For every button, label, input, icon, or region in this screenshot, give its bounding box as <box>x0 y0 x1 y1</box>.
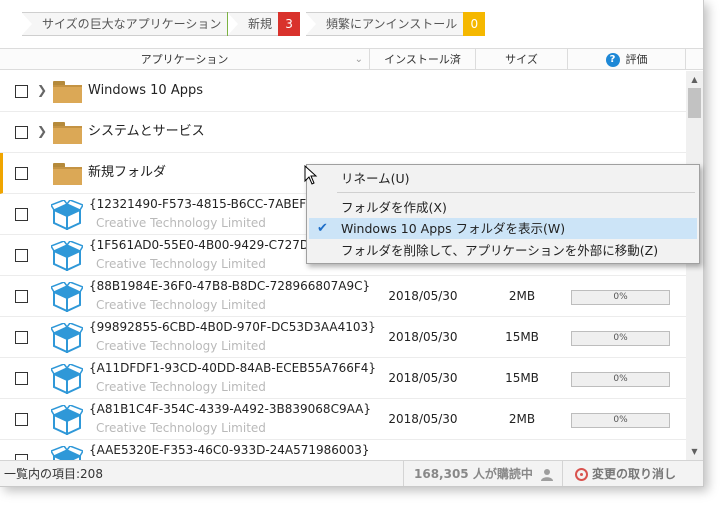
folder-row[interactable]: ❯ システムとサービス <box>0 112 686 153</box>
checkmark-icon: ✔ <box>317 221 328 236</box>
folder-icon <box>53 122 82 144</box>
filter-large-apps[interactable]: サイズの巨大なアプリケーション 19 <box>22 12 251 36</box>
row-checkbox[interactable] <box>15 290 28 303</box>
install-date: 2018/05/30 <box>388 412 458 426</box>
app-size: 2MB <box>508 289 536 303</box>
undo-changes-button[interactable]: 変更の取り消し <box>562 461 703 486</box>
row-checkbox[interactable] <box>15 126 28 139</box>
app-publisher: Creative Technology Limited <box>96 298 266 312</box>
column-rating-label: 評価 <box>625 53 648 66</box>
folder-row[interactable]: ❯ Windows 10 Apps <box>0 71 686 112</box>
app-name: {A11DFDF1-93CD-40DD-84AB-ECEB55A766F4} <box>89 361 377 375</box>
column-header: アプリケーション ⌄ インストール済 サイズ ? 評価 <box>0 48 703 70</box>
app-list: ❯ Windows 10 Apps ❯ システムとサービス 新規フォルダ {12… <box>0 71 686 460</box>
menu-item-delete-folder[interactable]: フォルダを削除して、アプリケーションを外部に移動(Z) <box>309 240 697 261</box>
menu-item-create-folder[interactable]: フォルダを作成(X) <box>309 197 697 218</box>
filter-count-badge: 0 <box>463 12 486 36</box>
package-box-icon <box>51 364 83 394</box>
row-checkbox[interactable] <box>15 372 28 385</box>
package-box-icon <box>51 241 83 271</box>
package-box-icon <box>51 200 83 230</box>
scroll-down-arrow-icon[interactable]: ▼ <box>686 443 703 460</box>
row-checkbox[interactable] <box>15 331 28 344</box>
filter-label: 頻繁にアンインストール <box>306 12 464 36</box>
row-checkbox[interactable] <box>15 167 28 180</box>
row-checkbox[interactable] <box>15 413 28 426</box>
app-size: 2MB <box>508 412 536 426</box>
menu-item-label: Windows 10 Apps フォルダを表示(W) <box>341 221 566 236</box>
status-bar: 一覧内の項目:208 168,305 人が購読中 変更の取り消し <box>0 460 703 486</box>
app-row[interactable]: {A81B1C4F-354C-4339-A492-3B839068C9AA} C… <box>0 399 686 440</box>
menu-item-show-win10-folder[interactable]: ✔ Windows 10 Apps フォルダを表示(W) <box>309 218 697 239</box>
app-size: 15MB <box>505 371 539 385</box>
row-checkbox[interactable] <box>15 208 28 221</box>
help-icon[interactable]: ? <box>605 53 620 67</box>
app-name: {12321490-F573-4815-B6CC-7ABEF18 <box>89 197 322 211</box>
folder-name: 新規フォルダ <box>88 165 167 180</box>
scroll-up-arrow-icon[interactable]: ▲ <box>686 71 703 88</box>
vertical-scrollbar[interactable]: ▲ ▼ <box>686 71 703 460</box>
app-publisher: Creative Technology Limited <box>96 216 266 230</box>
app-name: {AAE5320E-F353-46C0-933D-24A571986003} <box>89 443 370 457</box>
app-name: {99892855-6CBD-4B0D-970F-DC53D3AA4103} <box>89 320 376 334</box>
app-size: 15MB <box>505 330 539 344</box>
chevron-right-icon[interactable]: ❯ <box>37 124 47 138</box>
item-count: 一覧内の項目:208 <box>4 467 103 481</box>
filter-count-badge: 3 <box>278 12 301 36</box>
column-app-label: アプリケーション <box>140 53 229 66</box>
context-menu: リネーム(U) フォルダを作成(X) ✔ Windows 10 Apps フォル… <box>306 164 700 264</box>
rating-bar: 0% <box>571 290 670 305</box>
row-checkbox[interactable] <box>15 85 28 98</box>
install-date: 2018/05/30 <box>388 371 458 385</box>
folder-name: システムとサービス <box>88 124 205 139</box>
app-row[interactable]: {A11DFDF1-93CD-40DD-84AB-ECEB55A766F4} C… <box>0 358 686 399</box>
filter-bar: サイズの巨大なアプリケーション 19 新規 3 頻繁にアンインストール 0 <box>0 0 703 48</box>
app-publisher: Creative Technology Limited <box>96 380 266 394</box>
chevron-down-icon: ⌄ <box>354 54 363 65</box>
install-date: 2018/05/30 <box>388 330 458 344</box>
app-row[interactable]: {99892855-6CBD-4B0D-970F-DC53D3AA4103} C… <box>0 317 686 358</box>
undo-label: 変更の取り消し <box>592 467 677 481</box>
menu-separator <box>337 192 695 193</box>
row-checkbox[interactable] <box>15 249 28 262</box>
user-icon <box>541 469 554 481</box>
subscriber-count-text: 168,305 人が購読中 <box>414 467 533 481</box>
rating-bar: 0% <box>571 372 670 387</box>
filter-frequent-uninstall[interactable]: 頻繁にアンインストール 0 <box>306 12 486 36</box>
subscriber-count: 168,305 人が購読中 <box>403 461 562 486</box>
app-name: {88B1984E-36F0-47B8-B8DC-728966807A9C} <box>89 279 371 293</box>
chevron-right-icon[interactable]: ❯ <box>37 83 47 97</box>
package-box-icon <box>51 405 83 435</box>
app-publisher: Creative Technology Limited <box>96 421 266 435</box>
folder-icon <box>53 81 82 103</box>
folder-name: Windows 10 Apps <box>88 83 204 98</box>
column-app[interactable]: アプリケーション ⌄ <box>0 49 370 70</box>
scrollbar-thumb[interactable] <box>688 88 701 118</box>
app-row[interactable]: {AAE5320E-F353-46C0-933D-24A571986003} <box>0 440 686 460</box>
install-date: 2018/05/30 <box>388 289 458 303</box>
app-name: {1F561AD0-55E0-4B00-9429-C727DD <box>89 238 319 252</box>
column-rating[interactable]: ? 評価 <box>568 49 686 70</box>
app-publisher: Creative Technology Limited <box>96 257 266 271</box>
app-name: {A81B1C4F-354C-4339-A492-3B839068C9AA} <box>89 402 371 416</box>
rating-bar: 0% <box>571 413 670 428</box>
filter-new[interactable]: 新規 3 <box>228 12 301 36</box>
column-size[interactable]: サイズ <box>476 49 568 70</box>
filter-label: 新規 <box>228 12 279 36</box>
rating-bar: 0% <box>571 331 670 346</box>
menu-item-rename[interactable]: リネーム(U) <box>309 168 697 189</box>
package-box-icon <box>51 282 83 312</box>
filter-label: サイズの巨大なアプリケーション <box>22 12 228 36</box>
folder-icon <box>53 163 82 185</box>
package-box-icon <box>51 323 83 353</box>
column-installed[interactable]: インストール済 <box>370 49 476 70</box>
app-publisher: Creative Technology Limited <box>96 339 266 353</box>
mouse-cursor-icon <box>304 165 318 185</box>
package-box-icon <box>51 446 83 460</box>
app-row[interactable]: {88B1984E-36F0-47B8-B8DC-728966807A9C} C… <box>0 276 686 317</box>
undo-icon <box>575 468 588 481</box>
